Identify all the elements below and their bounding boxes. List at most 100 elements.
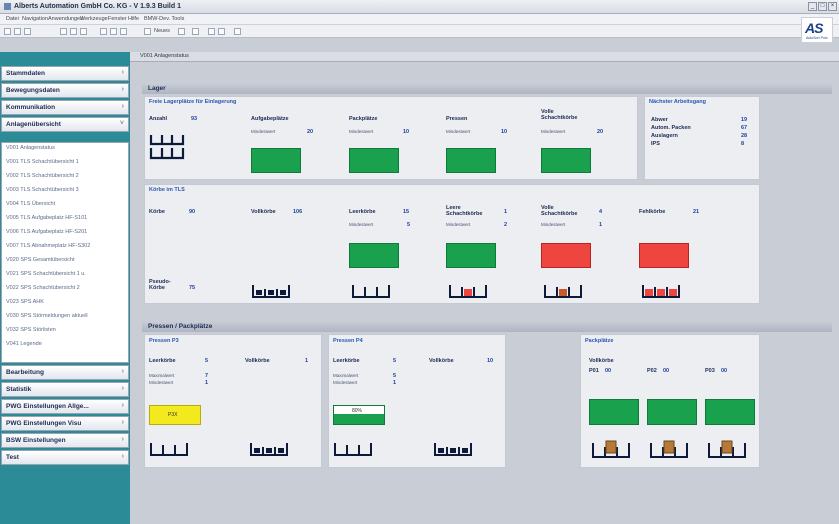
menu-bmw-dev-tools[interactable]: BMW-Dev. Tools: [144, 16, 184, 22]
nav-bewegungsdaten[interactable]: Bewegungsdaten ›: [1, 83, 129, 98]
maximize-button[interactable]: □: [818, 2, 827, 11]
nav-list: V001 Anlagenstatus V001 TLS Schachtübers…: [1, 142, 129, 363]
menu-fenster[interactable]: Fenster: [108, 16, 127, 22]
chevron-down-icon: ˅: [119, 120, 124, 127]
menu-navigation[interactable]: Navigation: [22, 16, 48, 22]
help-icon[interactable]: [234, 28, 241, 35]
new-icon[interactable]: [144, 28, 151, 35]
status-indicator: [446, 148, 496, 173]
nav-label: Kommunikation: [6, 104, 56, 111]
nav-pwg-allgemein[interactable]: PWG Einstellungen Allge... ›: [1, 399, 129, 414]
status-indicator: [639, 243, 689, 268]
refresh-icon[interactable]: [24, 28, 31, 35]
menu-hilfe[interactable]: Hilfe: [128, 16, 139, 22]
tile-icon[interactable]: [218, 28, 225, 35]
row-value: 8: [741, 141, 745, 147]
status-indicator: [251, 148, 301, 173]
col-label: Leerkörbe: [349, 209, 376, 215]
list-item[interactable]: V001 Anlagenstatus: [6, 145, 55, 151]
status-indicator: [446, 243, 496, 268]
row-label: Abwer: [651, 117, 668, 123]
nav-bearbeitung[interactable]: Bearbeitung ›: [1, 365, 129, 380]
section-header-pressen: Pressen / Packplätze: [142, 322, 832, 332]
panel-press-p4: Pressen P4 Leerkörbe 5 Vollkörbe 10 Maxi…: [328, 334, 506, 468]
menu-anwendungen[interactable]: Anwendungen: [48, 16, 83, 22]
window-title: Alberts Automation GmbH Co. KG - V 1.9.3…: [14, 3, 181, 10]
col-value: 15: [403, 209, 410, 215]
status-indicator: [541, 243, 591, 268]
list-item[interactable]: V032 SPS Störlisten: [6, 327, 56, 333]
logo-subtext: AutoSort Polo: [806, 36, 828, 40]
col-label: Fehlkörbe: [639, 209, 666, 215]
chevron-icon: ›: [121, 69, 124, 76]
press-fill-level: [334, 414, 384, 424]
menu-datei[interactable]: Datei: [6, 16, 19, 22]
menu-werkzeuge[interactable]: Werkzeuge: [80, 16, 108, 22]
nav-label: Statistik: [6, 386, 32, 393]
logo-text: AS: [805, 20, 823, 36]
col-value: 20: [597, 129, 604, 135]
col-label: Packplätze: [349, 116, 378, 122]
list-item[interactable]: V001 TLS Schachtübersicht 1: [6, 159, 79, 165]
nav-kommunikation[interactable]: Kommunikation ›: [1, 100, 129, 115]
pseudo-value: 75: [189, 285, 196, 291]
cut-icon[interactable]: [60, 28, 67, 35]
forward-icon[interactable]: [14, 28, 21, 35]
list-item[interactable]: V006 TLS Aufgabeplatz HF-S201: [6, 229, 87, 235]
list-item[interactable]: V004 TLS Übersicht: [6, 201, 55, 207]
nav-label: Anlagenübersicht: [6, 121, 61, 128]
basket-icon: [251, 283, 291, 299]
status-indicator: [647, 399, 697, 425]
close-button[interactable]: ×: [828, 2, 837, 11]
koerbe-value: 90: [189, 209, 196, 215]
col-value: 10: [403, 129, 410, 135]
pack-label: P01: [589, 368, 599, 374]
list-item[interactable]: V020 SPS Gesamtübersicht: [6, 257, 74, 263]
new-label[interactable]: Neues: [154, 28, 170, 34]
press-indicator-label: P3X: [168, 412, 178, 418]
press-fill-indicator: 80%: [333, 405, 385, 425]
list-item[interactable]: V002 TLS Schachtübersicht 2: [6, 173, 79, 179]
paste-icon[interactable]: [80, 28, 87, 35]
list-item[interactable]: V007 TLS Abnahmeplatz HF-S302: [6, 243, 90, 249]
minimize-button[interactable]: _: [808, 2, 817, 11]
vollkoerbe-value: 106: [293, 209, 303, 215]
list-icon[interactable]: [120, 28, 127, 35]
nav-label: Bewegungsdaten: [6, 87, 60, 94]
col-value: 10: [501, 129, 508, 135]
window-icon[interactable]: [208, 28, 215, 35]
copy-icon[interactable]: [70, 28, 77, 35]
nav-bsw[interactable]: BSW Einstellungen ›: [1, 433, 129, 448]
nav-label: PWG Einstellungen Visu: [6, 420, 82, 427]
chevron-icon: ›: [121, 453, 124, 460]
back-icon[interactable]: [4, 28, 11, 35]
nav-stammdaten[interactable]: Stammdaten ›: [1, 66, 129, 81]
print-icon[interactable]: [178, 28, 185, 35]
list-item[interactable]: V041 Legende: [6, 341, 42, 347]
list-item[interactable]: V023 SPS AHK: [6, 299, 44, 305]
list-item[interactable]: V030 SPS Störmeldungen aktuell: [6, 313, 88, 319]
nav-label: BSW Einstellungen: [6, 437, 66, 444]
title-bar: Alberts Automation GmbH Co. KG - V 1.9.3…: [0, 0, 839, 14]
panel-title: Pressen P4: [333, 338, 363, 344]
list-item[interactable]: V005 TLS Aufgabeplatz HF-S101: [6, 215, 87, 221]
nav-anlagenuebersicht[interactable]: Anlagenübersicht ˅: [1, 117, 129, 132]
list-item[interactable]: V022 SPS Schachtübersicht 2: [6, 285, 80, 291]
list-item[interactable]: V021 SPS Schachtübersicht 1 u.: [6, 271, 86, 277]
section-title: Pressen / Packplätze: [148, 323, 213, 330]
nav-statistik[interactable]: Statistik ›: [1, 382, 129, 397]
max-value: 5: [393, 373, 397, 379]
table-icon[interactable]: [110, 28, 117, 35]
list-item[interactable]: V003 TLS Schachtübersicht 3: [6, 187, 79, 193]
basket-icon: [448, 283, 488, 299]
nav-label: Bearbeitung: [6, 369, 44, 376]
save-icon[interactable]: [192, 28, 199, 35]
anzahl-value: 93: [191, 116, 198, 122]
grid-icon[interactable]: [100, 28, 107, 35]
leer-label: Leerkörbe: [149, 358, 176, 364]
nav-test[interactable]: Test ›: [1, 450, 129, 465]
toolbar: Neues: [0, 25, 839, 38]
nav-pwg-visu[interactable]: PWG Einstellungen Visu ›: [1, 416, 129, 431]
basket-icon: [351, 283, 391, 299]
tab-anlagenstatus[interactable]: V001 Anlagenstatus: [140, 53, 189, 59]
